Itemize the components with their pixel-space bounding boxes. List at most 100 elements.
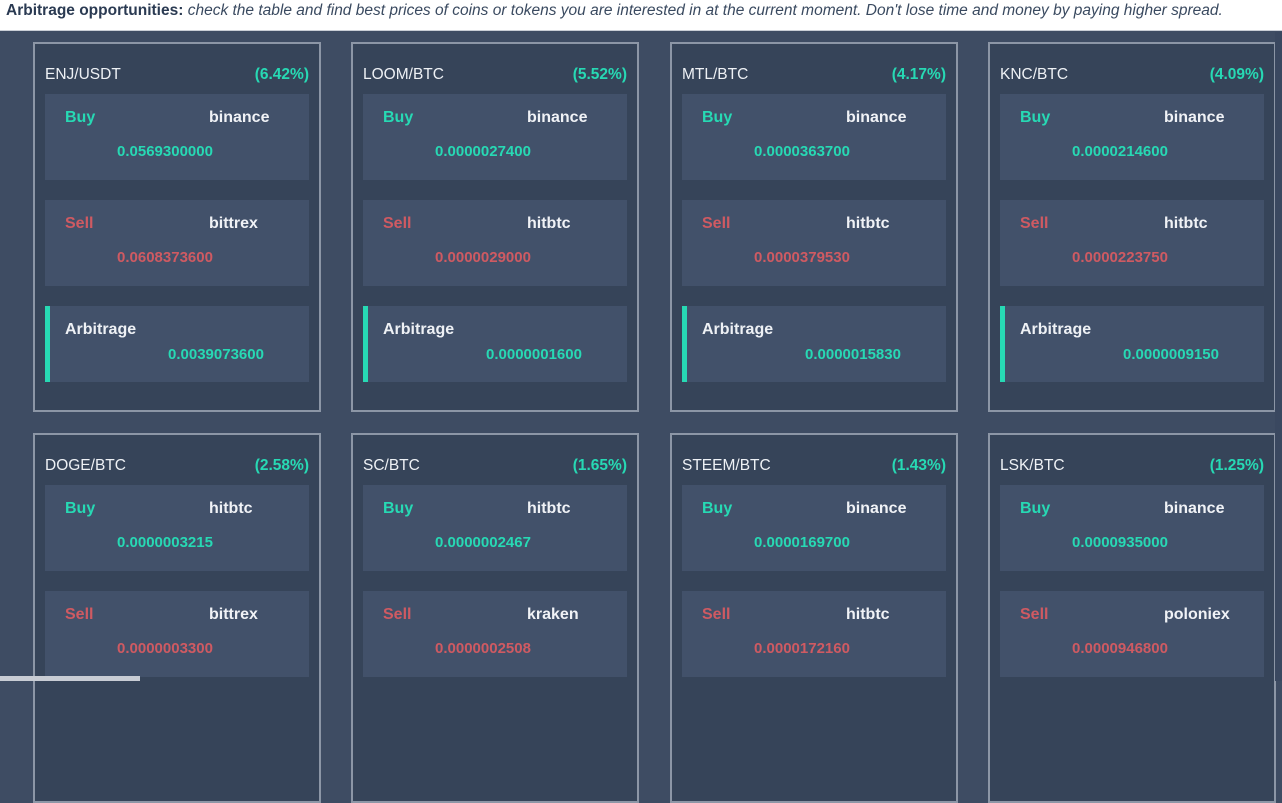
sell-box: Sell hitbtc 0.0000223750 xyxy=(1000,200,1264,286)
sell-exchange: bittrex xyxy=(209,215,258,232)
arbitrage-value: 0.0000015830 xyxy=(805,346,901,363)
arbitrage-box: Arbitrage 0.0000015830 xyxy=(682,306,946,382)
spread-percent: (4.09%) xyxy=(1209,66,1264,83)
buy-box: Buy hitbtc 0.0000002467 xyxy=(363,485,627,571)
arbitrage-card[interactable]: ENJ/USDT (6.42%) Buy binance 0.056930000… xyxy=(33,42,321,412)
buy-label: Buy xyxy=(65,500,96,517)
header-description: check the table and find best prices of … xyxy=(187,2,1223,19)
buy-box: Buy binance 0.0000027400 xyxy=(363,94,627,180)
sell-box: Sell poloniex 0.0000946800 xyxy=(1000,591,1264,677)
arbitrage-card[interactable]: SC/BTC (1.65%) Buy hitbtc 0.0000002467 S… xyxy=(351,433,639,803)
status-strip xyxy=(0,676,140,681)
buy-price: 0.0000027400 xyxy=(435,143,531,160)
buy-exchange: binance xyxy=(209,109,270,126)
arbitrage-box: Arbitrage 0.0000001600 xyxy=(363,306,627,382)
arbitrage-card[interactable]: MTL/BTC (4.17%) Buy binance 0.0000363700… xyxy=(670,42,958,412)
buy-label: Buy xyxy=(65,109,96,126)
sell-label: Sell xyxy=(1020,215,1049,232)
buy-box: Buy binance 0.0569300000 xyxy=(45,94,309,180)
spread-percent: (6.42%) xyxy=(254,66,309,83)
sell-exchange: hitbtc xyxy=(527,215,571,232)
sell-price: 0.0000172160 xyxy=(754,640,850,657)
buy-exchange: binance xyxy=(846,109,907,126)
buy-price: 0.0569300000 xyxy=(117,143,213,160)
sell-price: 0.0000002508 xyxy=(435,640,531,657)
pair-name: ENJ/USDT xyxy=(45,66,121,83)
buy-exchange: binance xyxy=(1164,500,1225,517)
pair-name: MTL/BTC xyxy=(682,66,749,83)
sell-exchange: bittrex xyxy=(209,606,258,623)
buy-label: Buy xyxy=(383,500,414,517)
sell-box: Sell bittrex 0.0608373600 xyxy=(45,200,309,286)
sell-price: 0.0000029000 xyxy=(435,249,531,266)
buy-price: 0.0000214600 xyxy=(1072,143,1168,160)
spread-percent: (2.58%) xyxy=(254,457,309,474)
buy-label: Buy xyxy=(1020,109,1051,126)
buy-price: 0.0000003215 xyxy=(117,534,213,551)
spread-percent: (5.52%) xyxy=(572,66,627,83)
arbitrage-card[interactable]: LSK/BTC (1.25%) Buy binance 0.0000935000… xyxy=(988,433,1276,803)
sell-price: 0.0000003300 xyxy=(117,640,213,657)
sell-label: Sell xyxy=(65,215,94,232)
sell-box: Sell hitbtc 0.0000172160 xyxy=(682,591,946,677)
arbitrage-card[interactable]: KNC/BTC (4.09%) Buy binance 0.0000214600… xyxy=(988,42,1276,412)
sell-label: Sell xyxy=(383,215,412,232)
arbitrage-label: Arbitrage xyxy=(65,321,137,338)
arbitrage-value: 0.0000001600 xyxy=(486,346,582,363)
pair-name: SC/BTC xyxy=(363,457,420,474)
arbitrage-label: Arbitrage xyxy=(702,321,774,338)
sell-box: Sell hitbtc 0.0000379530 xyxy=(682,200,946,286)
pair-name: STEEM/BTC xyxy=(682,457,771,474)
buy-price: 0.0000169700 xyxy=(754,534,850,551)
buy-exchange: binance xyxy=(527,109,588,126)
buy-box: Buy binance 0.0000169700 xyxy=(682,485,946,571)
sell-exchange: hitbtc xyxy=(846,606,890,623)
sell-label: Sell xyxy=(65,606,94,623)
sell-price: 0.0000946800 xyxy=(1072,640,1168,657)
buy-label: Buy xyxy=(702,500,733,517)
buy-exchange: binance xyxy=(1164,109,1225,126)
arbitrage-label: Arbitrage xyxy=(383,321,455,338)
sell-label: Sell xyxy=(702,606,731,623)
arbitrage-card[interactable]: STEEM/BTC (1.43%) Buy binance 0.00001697… xyxy=(670,433,958,803)
buy-exchange: hitbtc xyxy=(527,500,571,517)
pair-name: LOOM/BTC xyxy=(363,66,444,83)
spread-percent: (1.25%) xyxy=(1209,457,1264,474)
pair-name: KNC/BTC xyxy=(1000,66,1069,83)
arbitrage-box: Arbitrage 0.0039073600 xyxy=(45,306,309,382)
sell-box: Sell bittrex 0.0000003300 xyxy=(45,591,309,677)
sell-label: Sell xyxy=(1020,606,1049,623)
sell-price: 0.0608373600 xyxy=(117,249,213,266)
sell-label: Sell xyxy=(383,606,412,623)
buy-box: Buy binance 0.0000214600 xyxy=(1000,94,1264,180)
buy-exchange: binance xyxy=(846,500,907,517)
arbitrage-card[interactable]: DOGE/BTC (2.58%) Buy hitbtc 0.0000003215… xyxy=(33,433,321,803)
sell-label: Sell xyxy=(702,215,731,232)
buy-label: Buy xyxy=(383,109,414,126)
sell-price: 0.0000379530 xyxy=(754,249,850,266)
sell-exchange: kraken xyxy=(527,606,579,623)
buy-box: Buy hitbtc 0.0000003215 xyxy=(45,485,309,571)
vertical-scrollbar[interactable] xyxy=(1275,32,1282,681)
spread-percent: (1.65%) xyxy=(572,457,627,474)
arbitrage-value: 0.0039073600 xyxy=(168,346,264,363)
buy-exchange: hitbtc xyxy=(209,500,253,517)
spread-percent: (4.17%) xyxy=(891,66,946,83)
sell-exchange: hitbtc xyxy=(846,215,890,232)
pair-name: DOGE/BTC xyxy=(45,457,126,474)
pair-name: LSK/BTC xyxy=(1000,457,1065,474)
arbitrage-card[interactable]: LOOM/BTC (5.52%) Buy binance 0.000002740… xyxy=(351,42,639,412)
buy-box: Buy binance 0.0000935000 xyxy=(1000,485,1264,571)
buy-price: 0.0000935000 xyxy=(1072,534,1168,551)
arbitrage-label: Arbitrage xyxy=(1020,321,1092,338)
buy-price: 0.0000363700 xyxy=(754,143,850,160)
sell-box: Sell hitbtc 0.0000029000 xyxy=(363,200,627,286)
sell-price: 0.0000223750 xyxy=(1072,249,1168,266)
sell-exchange: hitbtc xyxy=(1164,215,1208,232)
buy-label: Buy xyxy=(702,109,733,126)
sell-box: Sell kraken 0.0000002508 xyxy=(363,591,627,677)
buy-price: 0.0000002467 xyxy=(435,534,531,551)
buy-label: Buy xyxy=(1020,500,1051,517)
arbitrage-box: Arbitrage 0.0000009150 xyxy=(1000,306,1264,382)
spread-percent: (1.43%) xyxy=(891,457,946,474)
